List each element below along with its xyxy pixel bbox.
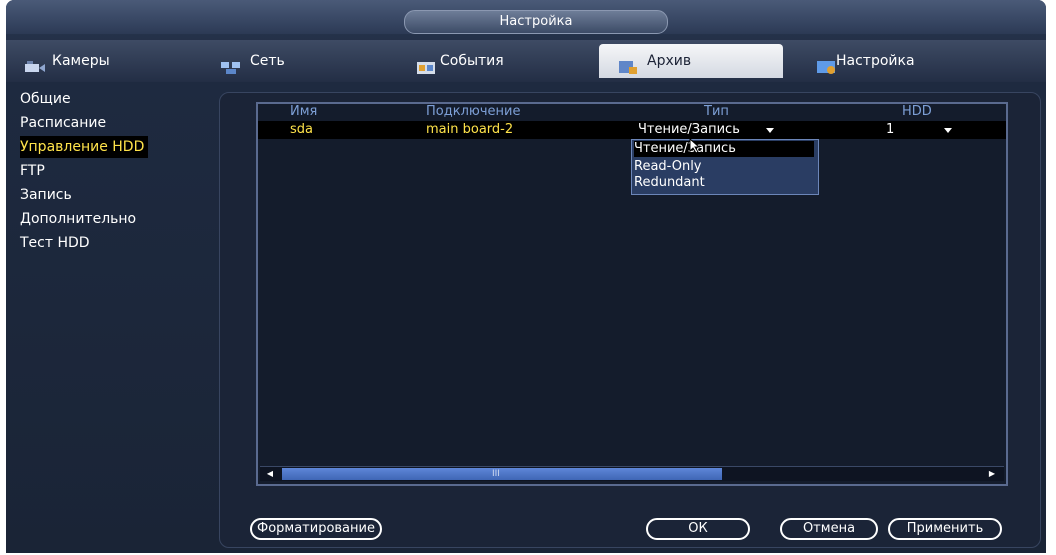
tab-cameras-label: Камеры [52, 53, 110, 69]
dropdown-option-redundant[interactable]: Redundant [634, 175, 814, 191]
tab-archive-label: Архив [647, 53, 692, 69]
events-icon [416, 54, 438, 74]
scrollbar-grip: III [492, 469, 500, 479]
archive-icon [617, 54, 639, 74]
tab-cameras[interactable]: Камеры [14, 44, 184, 78]
sidebar-item-advanced[interactable]: Дополнительно [20, 208, 136, 230]
camera-icon [24, 54, 46, 72]
format-button[interactable]: Форматирование [250, 518, 382, 540]
tab-events[interactable]: События [406, 44, 581, 78]
scroll-left-icon[interactable]: ◀ [262, 468, 278, 480]
hdd-select[interactable]: 1 [886, 121, 894, 139]
tab-settings[interactable]: Настройка [806, 44, 981, 78]
column-header-type: Тип [704, 104, 729, 119]
settings-icon [816, 54, 838, 74]
tab-network[interactable]: Сеть [212, 44, 382, 78]
tab-settings-label: Настройка [836, 53, 915, 69]
type-select[interactable]: Чтение/Запись [638, 121, 740, 139]
sidebar-item-general[interactable]: Общие [20, 88, 71, 110]
chevron-down-icon[interactable] [944, 128, 952, 133]
cancel-button[interactable]: Отмена [780, 518, 878, 540]
sidebar-item-record[interactable]: Запись [20, 184, 72, 206]
cell-connection: main board-2 [426, 122, 514, 137]
title-bar: Настройка [6, 0, 1046, 34]
apply-button[interactable]: Применить [888, 518, 1002, 540]
cell-name: sda [290, 122, 313, 137]
window-title: Настройка [404, 10, 668, 34]
table-header: Имя Подключение Тип HDD [258, 104, 1006, 120]
chevron-down-icon[interactable] [766, 128, 774, 133]
ok-button[interactable]: ОК [646, 518, 750, 540]
sidebar-item-hdd-management[interactable]: Управление HDD [20, 136, 149, 158]
app-screen: Настройка Камеры Сеть События Архив Наст… [0, 0, 1056, 555]
column-header-connection: Подключение [426, 104, 521, 119]
network-icon [220, 54, 242, 74]
table-row[interactable]: sda main board-2 Чтение/Запись 1 [258, 121, 1006, 139]
type-dropdown-list: Чтение/Запись Read-Only Redundant [631, 139, 819, 195]
dropdown-option-read-only[interactable]: Read-Only [634, 159, 814, 175]
scroll-right-icon[interactable]: ▶ [984, 468, 1000, 480]
scrollbar-thumb[interactable]: III [282, 468, 722, 480]
tab-archive[interactable]: Архив [599, 44, 783, 78]
tab-network-label: Сеть [250, 53, 285, 69]
dropdown-option-read-write[interactable]: Чтение/Запись [634, 141, 814, 157]
settings-window: Настройка Камеры Сеть События Архив Наст… [6, 0, 1046, 553]
horizontal-scrollbar[interactable]: ◀ III ▶ [260, 466, 1004, 481]
column-header-name: Имя [290, 104, 318, 119]
tab-events-label: События [440, 53, 504, 69]
column-header-hdd: HDD [902, 104, 932, 119]
mouse-cursor-icon [689, 137, 701, 158]
sidebar-item-hdd-test[interactable]: Тест HDD [20, 232, 90, 254]
sidebar-item-schedule[interactable]: Расписание [20, 112, 106, 134]
sidebar-item-ftp[interactable]: FTP [20, 160, 45, 182]
